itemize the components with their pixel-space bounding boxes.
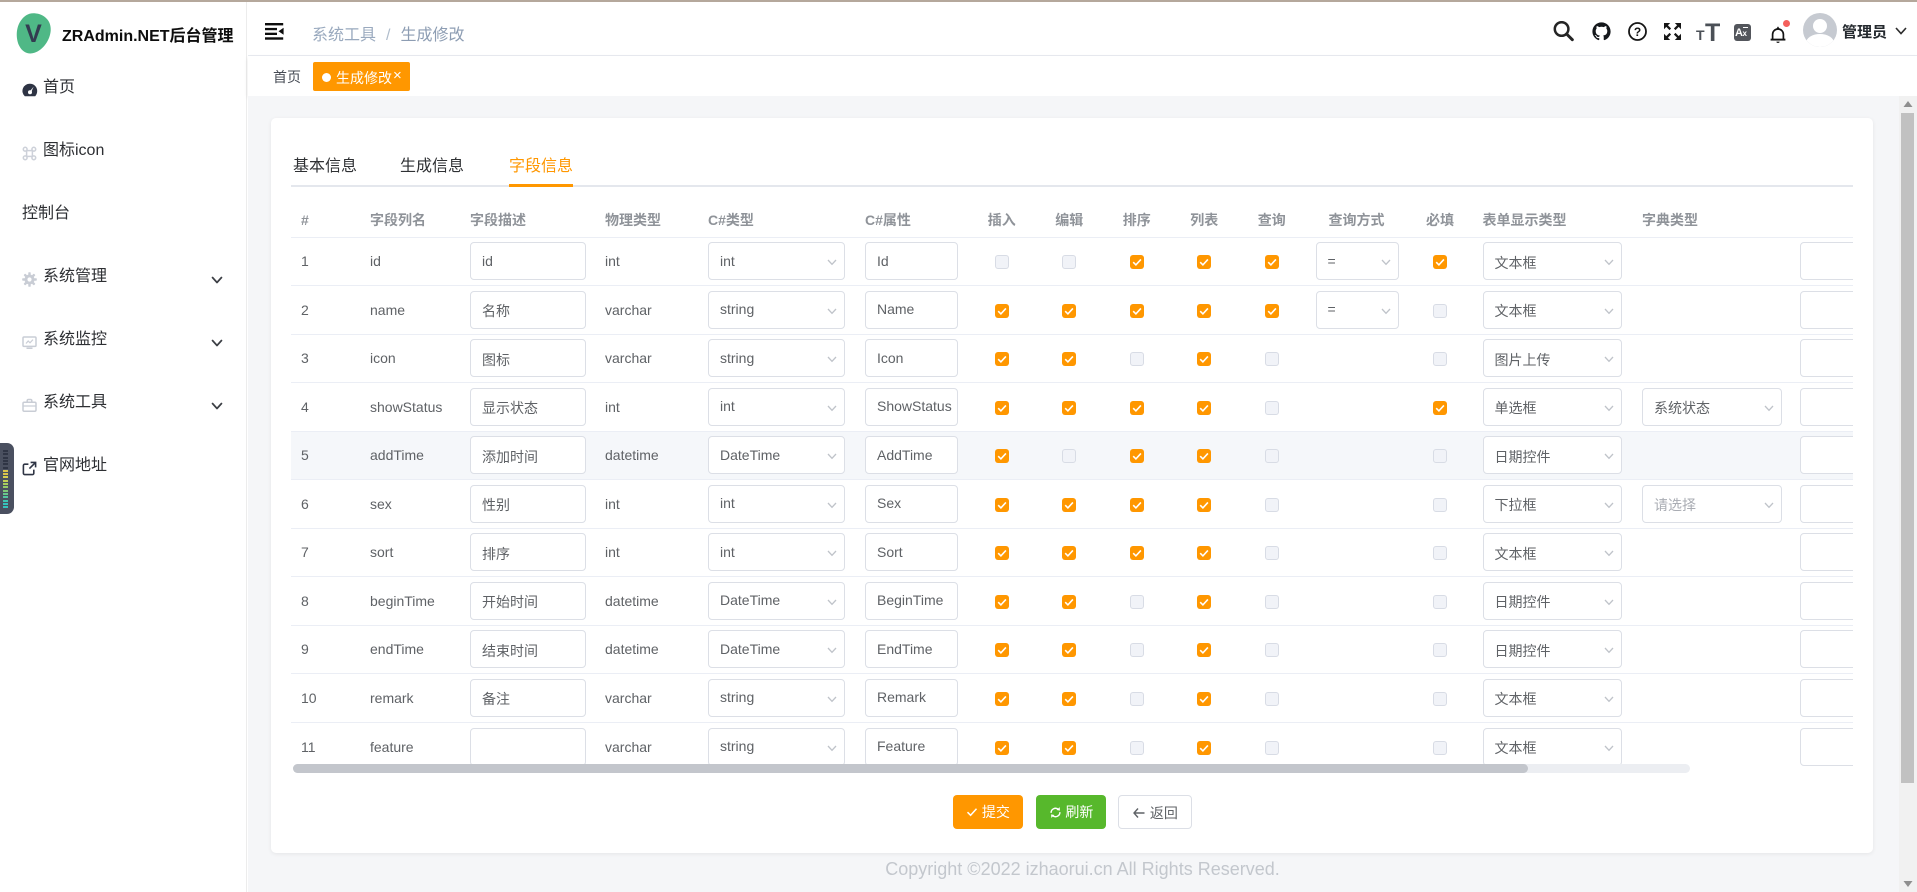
svg-text:?: ? — [1633, 25, 1640, 39]
svg-text:V: V — [25, 20, 42, 48]
